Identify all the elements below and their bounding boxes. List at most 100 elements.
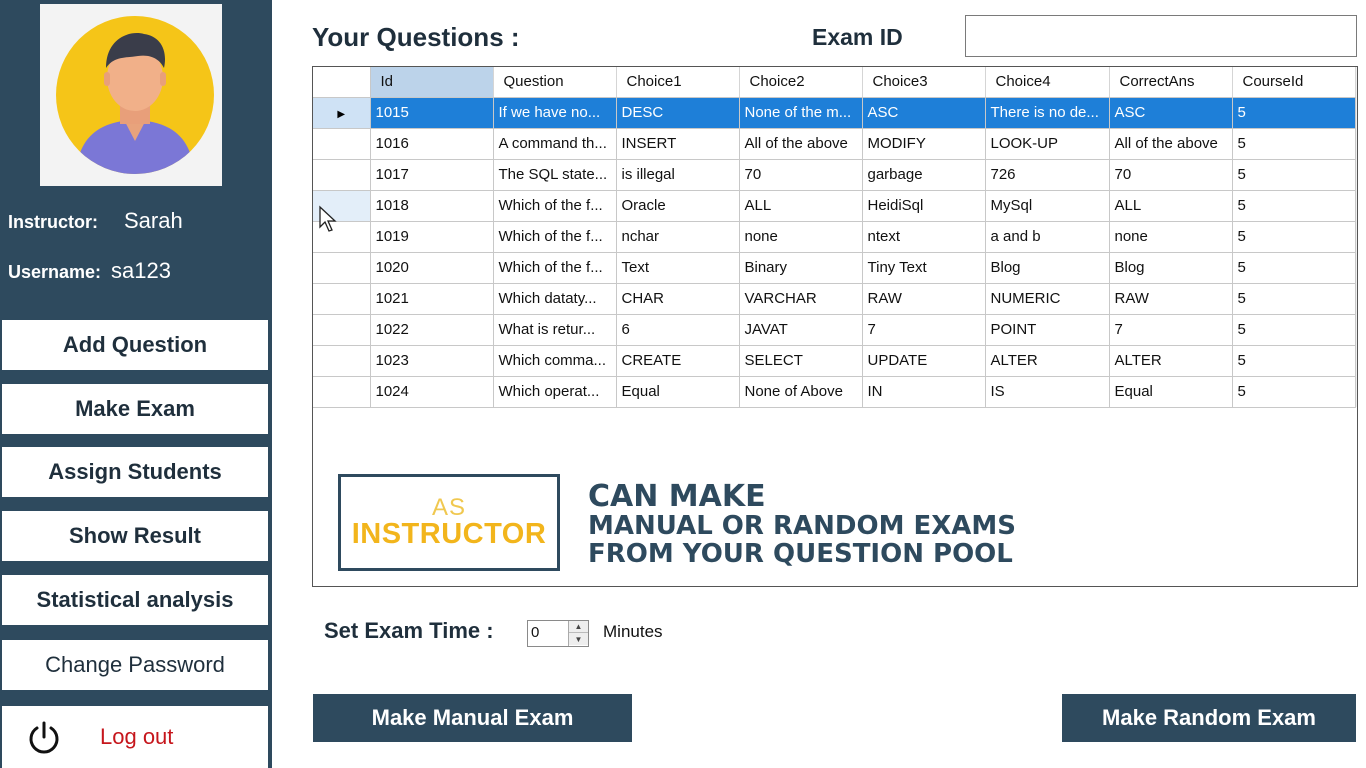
column-header-choice2[interactable]: Choice2 bbox=[739, 67, 863, 98]
cell-id[interactable]: 1022 bbox=[370, 314, 494, 346]
cell-id[interactable]: 1024 bbox=[370, 376, 494, 408]
cell-id[interactable]: 1016 bbox=[370, 128, 494, 160]
cell-courseid[interactable]: 5 bbox=[1232, 190, 1356, 222]
row-header-cell[interactable] bbox=[313, 376, 371, 408]
cell-correctans[interactable]: 70 bbox=[1109, 159, 1233, 191]
cell-choice1[interactable]: is illegal bbox=[616, 159, 740, 191]
table-row[interactable]: 1022 What is retur... 6 JAVAT 7 POINT 7 5 bbox=[313, 314, 1356, 346]
make-manual-exam-button[interactable]: Make Manual Exam bbox=[313, 694, 632, 742]
cell-choice4[interactable]: LOOK-UP bbox=[985, 128, 1110, 160]
cell-choice1[interactable]: nchar bbox=[616, 221, 740, 253]
make-exam-button[interactable]: Make Exam bbox=[2, 384, 268, 434]
cell-choice4[interactable]: a and b bbox=[985, 221, 1110, 253]
cell-choice2[interactable]: All of the above bbox=[739, 128, 863, 160]
cell-id[interactable]: 1018 bbox=[370, 190, 494, 222]
add-question-button[interactable]: Add Question bbox=[2, 320, 268, 370]
row-header-cell[interactable] bbox=[313, 345, 371, 377]
column-header-choice3[interactable]: Choice3 bbox=[862, 67, 986, 98]
row-header-cell[interactable] bbox=[313, 252, 371, 284]
table-row[interactable]: 1019 Which of the f... nchar none ntext a and… bbox=[313, 221, 1356, 253]
cell-question[interactable]: A command th... bbox=[493, 128, 617, 160]
cell-question[interactable]: Which dataty... bbox=[493, 283, 617, 315]
column-header-courseid[interactable]: CourseId bbox=[1232, 67, 1356, 98]
cell-choice3[interactable]: UPDATE bbox=[862, 345, 986, 377]
cell-correctans[interactable]: Equal bbox=[1109, 376, 1233, 408]
stepper-up-icon[interactable]: ▲ bbox=[569, 621, 588, 633]
cell-choice4[interactable]: There is no de... bbox=[985, 97, 1110, 129]
cell-courseid[interactable]: 5 bbox=[1232, 97, 1356, 129]
exam-id-input[interactable] bbox=[965, 15, 1357, 57]
logout-button[interactable]: Log out bbox=[2, 706, 268, 768]
cell-id[interactable]: 1023 bbox=[370, 345, 494, 377]
cell-correctans[interactable]: All of the above bbox=[1109, 128, 1233, 160]
cell-correctans[interactable]: ALL bbox=[1109, 190, 1233, 222]
table-row[interactable]: 1024 Which operat... Equal None of Above IN I… bbox=[313, 376, 1356, 408]
cell-choice2[interactable]: ALL bbox=[739, 190, 863, 222]
column-header-correctans[interactable]: CorrectAns bbox=[1109, 67, 1233, 98]
cell-choice2[interactable]: SELECT bbox=[739, 345, 863, 377]
cell-choice2[interactable]: VARCHAR bbox=[739, 283, 863, 315]
cell-courseid[interactable]: 5 bbox=[1232, 159, 1356, 191]
table-row[interactable]: ▶ 1015 If we have no... DESC None of the m..… bbox=[313, 97, 1356, 129]
cell-question[interactable]: Which of the f... bbox=[493, 252, 617, 284]
cell-choice3[interactable]: Tiny Text bbox=[862, 252, 986, 284]
exam-time-value[interactable]: 0 bbox=[531, 624, 539, 641]
cell-choice2[interactable]: None of the m... bbox=[739, 97, 863, 129]
cell-correctans[interactable]: none bbox=[1109, 221, 1233, 253]
table-row[interactable]: 1023 Which comma... CREATE SELECT UPDATE ALTE… bbox=[313, 345, 1356, 377]
table-row[interactable]: 1020 Which of the f... Text Binary Tiny Text… bbox=[313, 252, 1356, 284]
cell-courseid[interactable]: 5 bbox=[1232, 221, 1356, 253]
cell-choice3[interactable]: MODIFY bbox=[862, 128, 986, 160]
cell-id[interactable]: 1021 bbox=[370, 283, 494, 315]
cell-question[interactable]: Which operat... bbox=[493, 376, 617, 408]
cell-choice2[interactable]: Binary bbox=[739, 252, 863, 284]
cell-id[interactable]: 1019 bbox=[370, 221, 494, 253]
cell-courseid[interactable]: 5 bbox=[1232, 252, 1356, 284]
cell-choice3[interactable]: HeidiSql bbox=[862, 190, 986, 222]
cell-courseid[interactable]: 5 bbox=[1232, 376, 1356, 408]
row-header-cell[interactable] bbox=[313, 314, 371, 346]
cell-correctans[interactable]: RAW bbox=[1109, 283, 1233, 315]
cell-correctans[interactable]: ALTER bbox=[1109, 345, 1233, 377]
table-row[interactable]: 1021 Which dataty... CHAR VARCHAR RAW NUMERI… bbox=[313, 283, 1356, 315]
cell-correctans[interactable]: 7 bbox=[1109, 314, 1233, 346]
stepper-down-icon[interactable]: ▼ bbox=[569, 633, 588, 645]
cell-choice4[interactable]: POINT bbox=[985, 314, 1110, 346]
cell-choice3[interactable]: 7 bbox=[862, 314, 986, 346]
cell-choice3[interactable]: garbage bbox=[862, 159, 986, 191]
cell-choice4[interactable]: IS bbox=[985, 376, 1110, 408]
cell-choice4[interactable]: ALTER bbox=[985, 345, 1110, 377]
cell-question[interactable]: If we have no... bbox=[493, 97, 617, 129]
cell-choice1[interactable]: 6 bbox=[616, 314, 740, 346]
statistical-analysis-button[interactable]: Statistical analysis bbox=[2, 575, 268, 625]
cell-choice3[interactable]: ntext bbox=[862, 221, 986, 253]
cell-choice3[interactable]: IN bbox=[862, 376, 986, 408]
cell-correctans[interactable]: ASC bbox=[1109, 97, 1233, 129]
cell-choice2[interactable]: None of Above bbox=[739, 376, 863, 408]
column-header-choice1[interactable]: Choice1 bbox=[616, 67, 740, 98]
row-header-cell[interactable]: ▶ bbox=[313, 97, 371, 129]
cell-choice1[interactable]: CREATE bbox=[616, 345, 740, 377]
table-row[interactable]: 1017 The SQL state... is illegal 70 garbage 7… bbox=[313, 159, 1356, 191]
cell-choice2[interactable]: none bbox=[739, 221, 863, 253]
column-header-id[interactable]: Id bbox=[370, 67, 494, 98]
cell-choice1[interactable]: INSERT bbox=[616, 128, 740, 160]
cell-id[interactable]: 1017 bbox=[370, 159, 494, 191]
make-random-exam-button[interactable]: Make Random Exam bbox=[1062, 694, 1356, 742]
row-header-cell[interactable] bbox=[313, 128, 371, 160]
cell-choice2[interactable]: JAVAT bbox=[739, 314, 863, 346]
exam-time-stepper[interactable]: 0 ▲ ▼ bbox=[527, 620, 589, 647]
cell-choice1[interactable]: Text bbox=[616, 252, 740, 284]
change-password-button[interactable]: Change Password bbox=[2, 640, 268, 690]
cell-id[interactable]: 1015 bbox=[370, 97, 494, 129]
cell-choice1[interactable]: Equal bbox=[616, 376, 740, 408]
table-row[interactable]: 1016 A command th... INSERT All of the abov… bbox=[313, 128, 1356, 160]
column-header-choice4[interactable]: Choice4 bbox=[985, 67, 1110, 98]
cell-choice4[interactable]: MySql bbox=[985, 190, 1110, 222]
column-header-question[interactable]: Question bbox=[493, 67, 617, 98]
cell-choice4[interactable]: NUMERIC bbox=[985, 283, 1110, 315]
cell-choice4[interactable]: Blog bbox=[985, 252, 1110, 284]
cell-question[interactable]: The SQL state... bbox=[493, 159, 617, 191]
cell-courseid[interactable]: 5 bbox=[1232, 283, 1356, 315]
cell-question[interactable]: Which of the f... bbox=[493, 190, 617, 222]
